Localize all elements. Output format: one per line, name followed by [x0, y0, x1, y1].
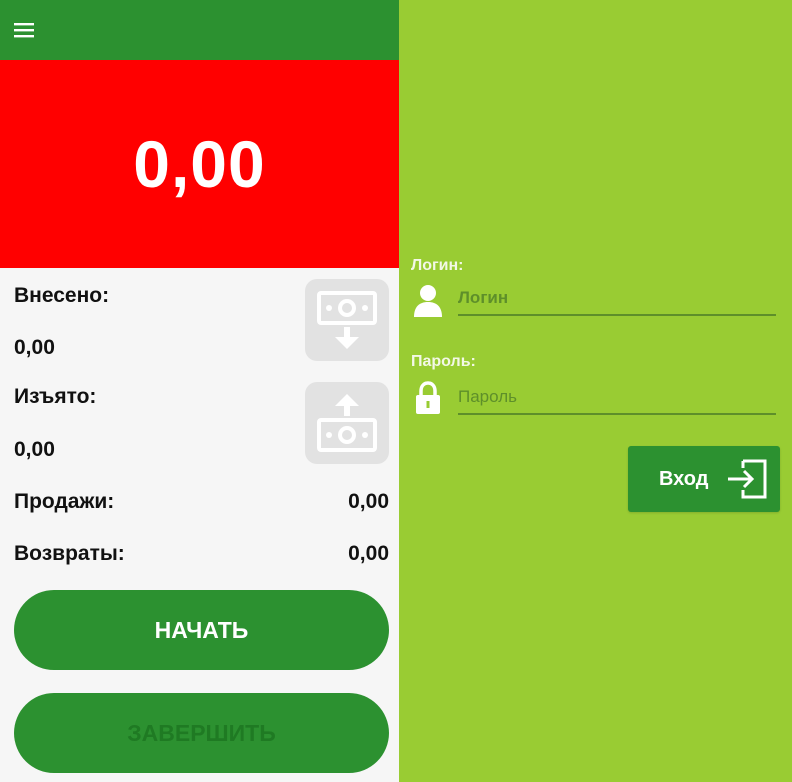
hamburger-menu-icon	[14, 23, 34, 38]
lock-icon	[416, 381, 440, 414]
withdrawn-value: 0,00	[14, 438, 55, 461]
login-label: Логин:	[411, 257, 464, 274]
cash-deposit-icon	[317, 291, 377, 349]
amount-display: 0,00	[0, 60, 399, 268]
app-root: 0,00 Внесено: 0,00 Изъято: 0,00 Продажи:…	[0, 0, 792, 782]
finish-button[interactable]: ЗАВЕРШИТЬ	[14, 693, 389, 773]
password-input[interactable]	[458, 385, 776, 415]
login-input[interactable]	[458, 286, 776, 316]
sign-in-icon	[728, 459, 767, 499]
amount-value: 0,00	[133, 127, 266, 201]
deposited-value: 0,00	[14, 336, 55, 359]
sales-value: 0,00	[348, 490, 389, 513]
enter-button-label: Вход	[659, 468, 709, 490]
user-icon	[414, 285, 442, 317]
withdrawn-label: Изъято:	[14, 385, 97, 408]
enter-button[interactable]: Вход	[628, 446, 780, 512]
returns-value: 0,00	[348, 542, 389, 565]
cash-shift-panel: 0,00 Внесено: 0,00 Изъято: 0,00 Продажи:…	[0, 0, 399, 782]
cash-withdraw-button[interactable]	[305, 382, 389, 464]
deposited-label: Внесено:	[14, 284, 110, 307]
app-bar	[0, 0, 399, 60]
cash-withdraw-icon	[317, 394, 377, 452]
returns-label: Возвраты:	[14, 542, 125, 565]
cash-deposit-button[interactable]	[305, 279, 389, 361]
sales-label: Продажи:	[14, 490, 115, 513]
start-button[interactable]: НАЧАТЬ	[14, 590, 389, 670]
login-panel: Логин: Пароль: Вход	[399, 0, 792, 782]
menu-button[interactable]	[14, 16, 54, 44]
password-label: Пароль:	[411, 353, 476, 370]
